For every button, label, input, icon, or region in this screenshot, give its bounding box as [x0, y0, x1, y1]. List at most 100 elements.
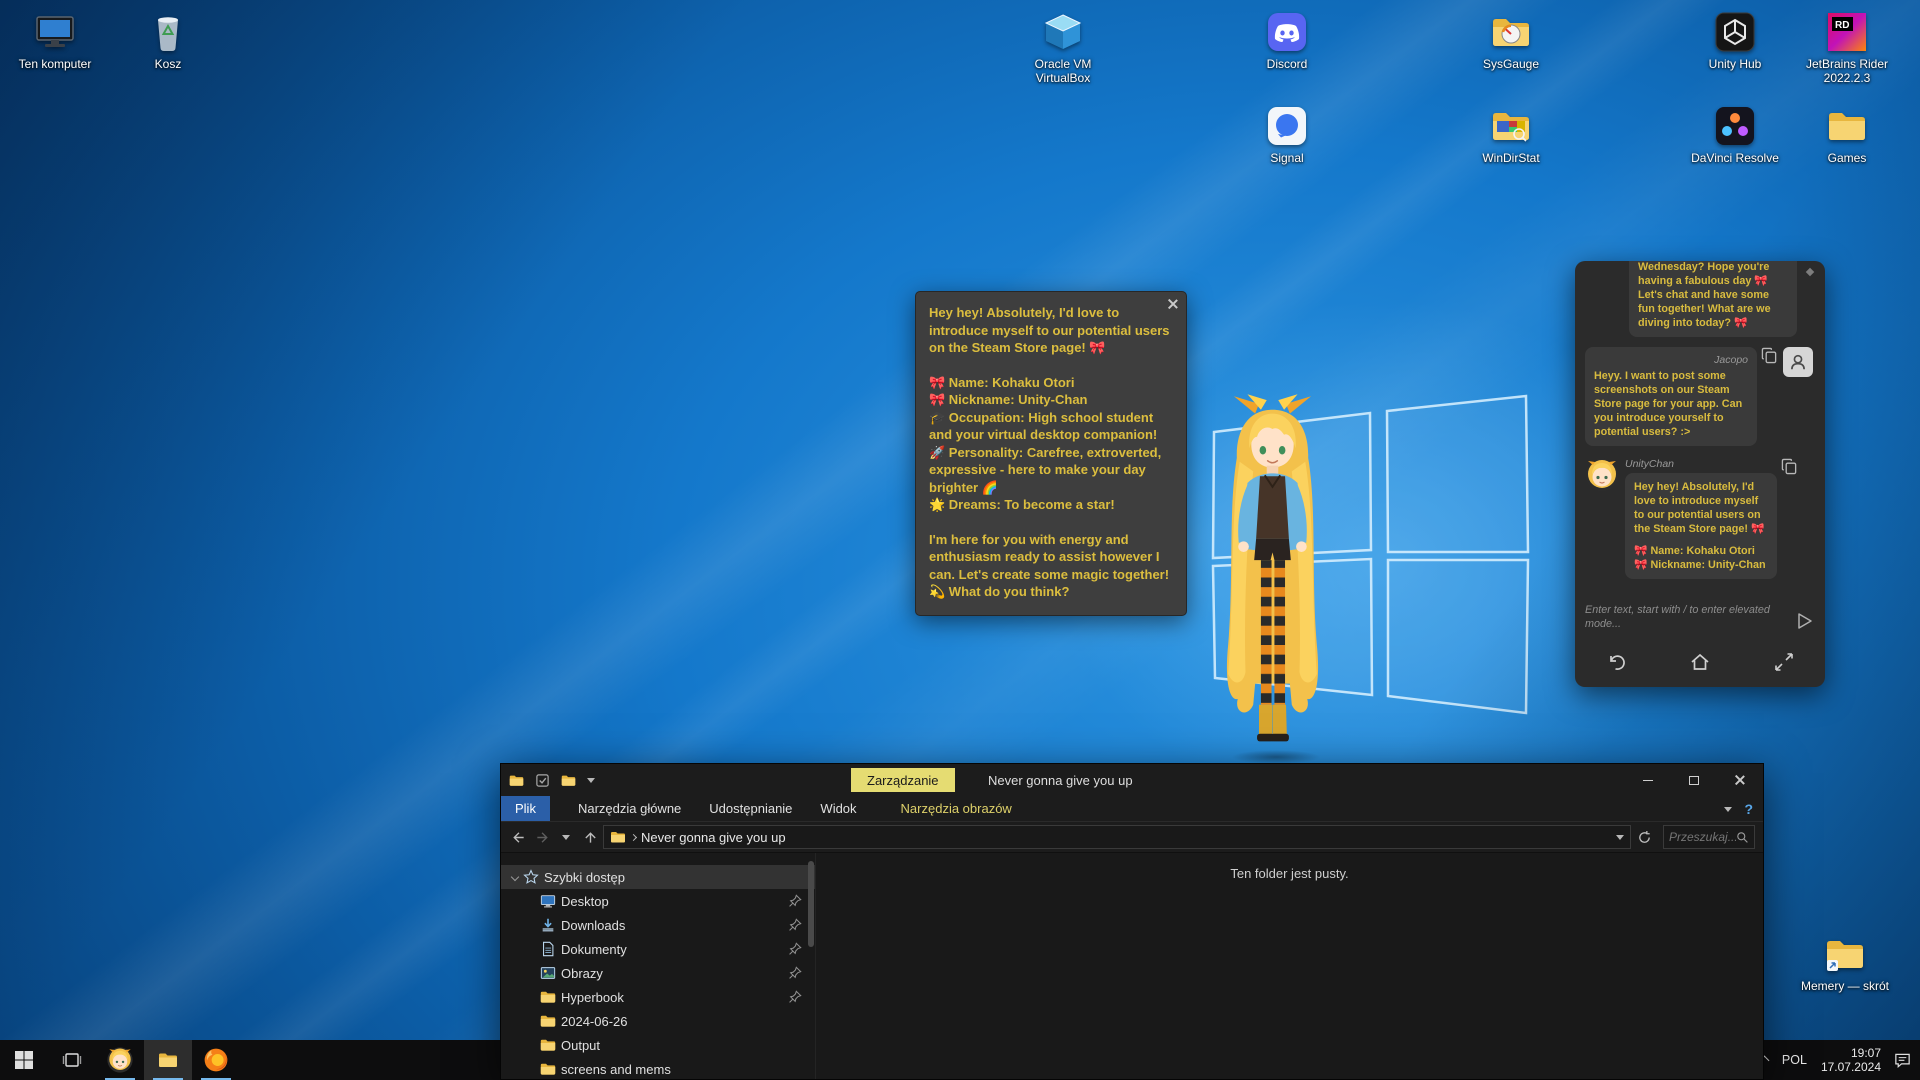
- search-icon: [1736, 831, 1749, 844]
- unity-chan-character[interactable]: [1205, 390, 1340, 765]
- sidebar-item-documents[interactable]: Dokumenty: [501, 937, 815, 961]
- folder-shortcut-icon: [1823, 932, 1867, 976]
- chevron-down-icon: [562, 835, 570, 840]
- downloads-icon: [540, 917, 556, 933]
- close-button[interactable]: [1717, 764, 1763, 796]
- desktop-icon-memery[interactable]: Memery — skrót: [1797, 932, 1893, 993]
- sidebar-item-quick-access[interactable]: Szybki dostęp: [501, 865, 815, 889]
- desktop-icon-kosz[interactable]: Kosz: [120, 10, 216, 71]
- clock-time: 19:07: [1821, 1046, 1881, 1060]
- desktop-icon-rider[interactable]: JetBrains Rider 2022.2.3: [1799, 10, 1895, 85]
- pictures-icon: [540, 965, 556, 981]
- desktop-screen: Ten komputer Kosz Oracle VM VirtualBox D…: [0, 0, 1920, 1080]
- sidebar-item-screens-and-mems[interactable]: screens and mems: [501, 1057, 815, 1079]
- send-icon[interactable]: [1795, 611, 1815, 631]
- ribbon-right-controls: ?: [1724, 796, 1753, 822]
- address-bar[interactable]: Never gonna give you up: [603, 825, 1631, 849]
- taskbar-item-companion-app[interactable]: [96, 1040, 144, 1080]
- pin-icon: [788, 894, 802, 908]
- customize-qat-chevron-icon[interactable]: [587, 778, 595, 783]
- maximize-button[interactable]: [1671, 764, 1717, 796]
- rider-icon: [1825, 10, 1869, 54]
- up-button[interactable]: [579, 825, 601, 849]
- tab-file[interactable]: Plik: [501, 796, 550, 821]
- desktop-icon-davinci[interactable]: DaVinci Resolve: [1687, 104, 1783, 165]
- folder-icon: [610, 830, 626, 844]
- language-indicator[interactable]: POL: [1780, 1053, 1809, 1067]
- new-folder-icon[interactable]: [561, 773, 576, 788]
- sidebar-item-hyperbook[interactable]: Hyperbook: [501, 985, 815, 1009]
- refresh-icon: [1637, 830, 1652, 845]
- desktop-icon-virtualbox[interactable]: Oracle VM VirtualBox: [1015, 10, 1111, 85]
- minimize-button[interactable]: [1625, 764, 1671, 796]
- speech-profile-line: 🎓 Occupation: High school student and yo…: [929, 409, 1173, 444]
- taskbar-item-firefox[interactable]: [192, 1040, 240, 1080]
- properties-icon[interactable]: [535, 773, 550, 788]
- arrow-left-icon: [511, 830, 526, 845]
- sidebar-item-desktop[interactable]: Desktop: [501, 889, 815, 913]
- refresh-button[interactable]: [1633, 825, 1655, 849]
- taskbar-item-file-explorer[interactable]: [144, 1040, 192, 1080]
- tab-picture-tools[interactable]: Narzędzia obrazów: [887, 796, 1026, 821]
- chat-input[interactable]: Enter text, start with / to enter elevat…: [1585, 603, 1789, 631]
- help-icon[interactable]: ?: [1744, 801, 1753, 817]
- sidebar-item-2024-06-26[interactable]: 2024-06-26: [501, 1009, 815, 1033]
- pin-icon: [788, 966, 802, 980]
- home-icon[interactable]: [1689, 651, 1711, 673]
- sidebar-item-pictures[interactable]: Obrazy: [501, 961, 815, 985]
- notification-center-button[interactable]: [1893, 1051, 1912, 1070]
- desktop-icon-label: DaVinci Resolve: [1687, 151, 1783, 165]
- speech-profile-line: 🎀 Name: Kohaku Otori: [929, 374, 1173, 392]
- folder-icon: [540, 1013, 556, 1029]
- chat-message-scrolled: going on this fine Wednesday? Hope you'r…: [1629, 261, 1797, 337]
- folder-content-area: Ten folder jest pusty.: [815, 853, 1763, 1079]
- desktop-icon-games[interactable]: Games: [1799, 104, 1895, 165]
- sysgauge-icon: [1489, 10, 1533, 54]
- explorer-body: Szybki dostęp Desktop Downloads Dokument…: [501, 853, 1763, 1079]
- chat-input-row: Enter text, start with / to enter elevat…: [1575, 597, 1825, 643]
- undo-icon[interactable]: [1605, 651, 1627, 673]
- search-box[interactable]: [1663, 825, 1755, 849]
- desktop-icon-label: Unity Hub: [1687, 57, 1783, 71]
- unity-hub-icon: [1713, 10, 1757, 54]
- speech-profile-line: 🌟 Dreams: To become a star!: [929, 496, 1173, 514]
- back-button[interactable]: [507, 825, 529, 849]
- task-view-button[interactable]: [48, 1040, 96, 1080]
- desktop-icon-discord[interactable]: Discord: [1239, 10, 1335, 71]
- sidebar-item-downloads[interactable]: Downloads: [501, 913, 815, 937]
- desktop-icon-ten-komputer[interactable]: Ten komputer: [7, 10, 103, 71]
- copy-icon[interactable]: [1781, 458, 1798, 475]
- explorer-window-icon[interactable]: [509, 773, 524, 788]
- address-bar-row: Never gonna give you up: [501, 822, 1763, 853]
- collapse-icon[interactable]: [1773, 651, 1795, 673]
- desktop-icon-windirstat[interactable]: WinDirStat: [1463, 104, 1559, 165]
- tab-share[interactable]: Udostępnianie: [695, 796, 806, 821]
- desktop-icon: [540, 893, 556, 909]
- user-avatar: [1783, 347, 1813, 377]
- computer-icon: [33, 10, 77, 54]
- expand-ribbon-chevron-icon[interactable]: [1724, 807, 1732, 812]
- manage-contextual-tab[interactable]: Zarządzanie: [851, 768, 955, 792]
- desktop-icon-sysgauge[interactable]: SysGauge: [1463, 10, 1559, 71]
- start-button[interactable]: [0, 1040, 48, 1080]
- breadcrumb[interactable]: Never gonna give you up: [641, 830, 1611, 845]
- chat-toolbar: [1575, 643, 1825, 687]
- copy-icon[interactable]: [1761, 347, 1778, 364]
- recent-locations-button[interactable]: [555, 825, 577, 849]
- desktop-icon-signal[interactable]: Signal: [1239, 104, 1335, 165]
- close-icon[interactable]: [1167, 298, 1179, 310]
- recycle-bin-icon: [146, 10, 190, 54]
- address-dropdown-chevron-icon[interactable]: [1616, 835, 1624, 840]
- window-title: Never gonna give you up: [988, 764, 1133, 796]
- tab-view[interactable]: Widok: [806, 796, 870, 821]
- speech-intro: Hey hey! Absolutely, I'd love to introdu…: [929, 304, 1173, 357]
- sidebar-scrollbar[interactable]: [808, 861, 814, 947]
- taskbar-clock[interactable]: 19:07 17.07.2024: [1821, 1046, 1881, 1074]
- desktop-icon-label: SysGauge: [1463, 57, 1559, 71]
- sidebar-item-output[interactable]: Output: [501, 1033, 815, 1057]
- tab-home[interactable]: Narzędzia główne: [564, 796, 695, 821]
- forward-button[interactable]: [531, 825, 553, 849]
- arrow-right-icon: [535, 830, 550, 845]
- search-input[interactable]: [1669, 830, 1736, 844]
- desktop-icon-unity-hub[interactable]: Unity Hub: [1687, 10, 1783, 71]
